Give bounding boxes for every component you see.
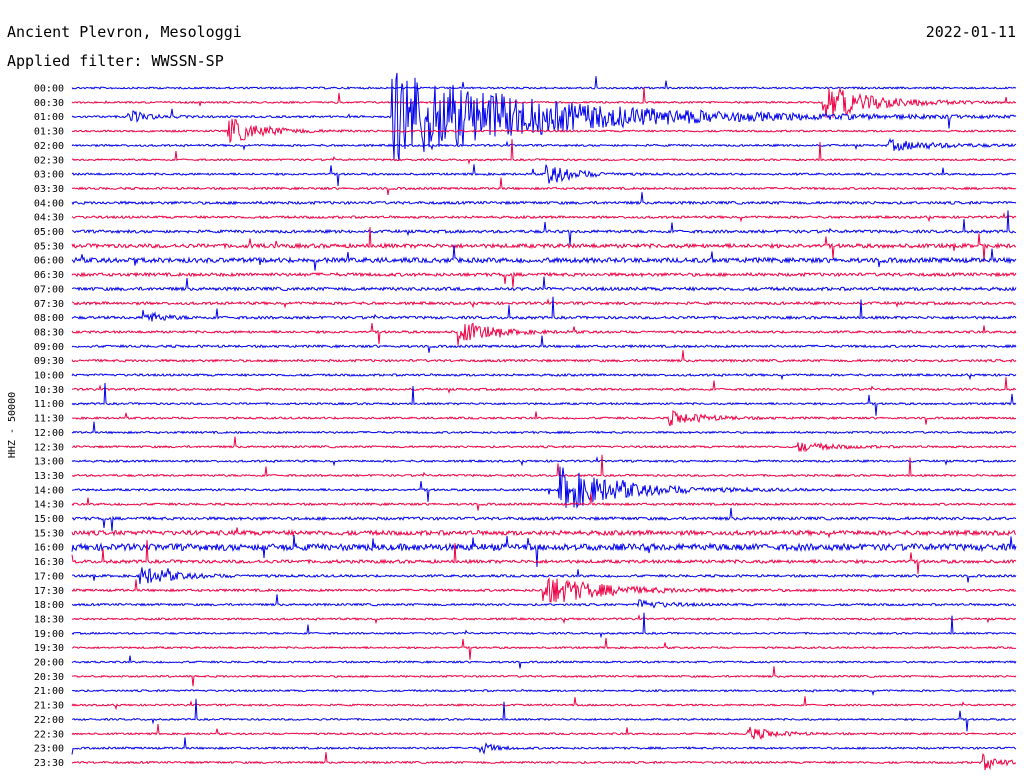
tick-label-0700: 07:00: [34, 284, 64, 295]
tick-label-1900: 19:00: [34, 629, 64, 640]
trace-1130: [71, 409, 1017, 427]
trace-2000: [71, 655, 1017, 669]
tick-label-1000: 10:00: [34, 371, 64, 382]
trace-2100: [71, 688, 1017, 697]
trace-0030: [71, 87, 1017, 118]
tick-label-1400: 14:00: [34, 485, 64, 496]
trace-0230: [71, 139, 1017, 165]
tick-label-2200: 22:00: [34, 715, 64, 726]
tick-label-0930: 09:30: [34, 356, 64, 367]
tick-label-2300: 23:00: [34, 744, 64, 755]
tick-label-0900: 09:00: [34, 342, 64, 353]
trace-0330: [71, 177, 1017, 195]
tick-label-0800: 08:00: [34, 313, 64, 324]
trace-1530: [71, 527, 1017, 539]
trace-1400: [71, 466, 1017, 509]
trace-1000: [71, 372, 1017, 381]
tick-label-1830: 18:30: [34, 614, 64, 625]
trace-0700: [71, 276, 1017, 292]
trace-0130: [71, 118, 1017, 144]
trace-0500: [71, 210, 1017, 246]
tick-label-1300: 13:00: [34, 457, 64, 468]
tick-label-0030: 00:30: [34, 98, 64, 109]
tick-label-1230: 12:30: [34, 442, 64, 453]
trace-0830: [71, 322, 1017, 346]
tick-label-2130: 21:30: [34, 701, 64, 712]
tick-label-1330: 13:30: [34, 471, 64, 482]
trace-1100: [71, 382, 1017, 416]
trace-1800: [71, 594, 1017, 609]
time-tick-labels: 00:00 00:30 01:00 01:30 02:00 02:30 03:00 03:30…: [34, 84, 64, 769]
tick-label-1730: 17:30: [34, 586, 64, 597]
trace-2030: [71, 666, 1017, 687]
trace-0200: [71, 138, 1017, 152]
trace-2330: [71, 752, 1017, 771]
chart-title: Ancient Plevron, Mesologgi: [7, 23, 242, 41]
tick-label-0630: 06:30: [34, 270, 64, 281]
trace-1900: [71, 612, 1017, 639]
tick-label-0330: 03:30: [34, 184, 64, 195]
tick-label-2000: 20:00: [34, 658, 64, 669]
trace-1730: [71, 577, 1017, 603]
trace-0100: [71, 72, 1017, 161]
tick-label-1430: 14:30: [34, 500, 64, 511]
trace-1930: [71, 637, 1017, 660]
tick-label-1530: 15:30: [34, 528, 64, 539]
tick-label-1800: 18:00: [34, 600, 64, 611]
trace-1030: [71, 377, 1017, 394]
trace-0900: [71, 335, 1017, 353]
tick-label-2030: 20:30: [34, 672, 64, 683]
trace-1500: [71, 507, 1017, 532]
tick-label-1100: 11:00: [34, 399, 64, 410]
trace-2130: [71, 696, 1017, 711]
tick-label-2100: 21:00: [34, 686, 64, 697]
tick-label-0200: 02:00: [34, 141, 64, 152]
tick-label-0130: 01:30: [34, 127, 64, 138]
tick-label-0400: 04:00: [34, 198, 64, 209]
date-label: 2022-01-11: [926, 23, 1016, 41]
trace-0300: [71, 164, 1017, 187]
trace-0430: [71, 212, 1017, 223]
tick-label-0530: 05:30: [34, 241, 64, 252]
trace-0730: [71, 298, 1017, 309]
trace-2200: [71, 698, 1017, 732]
trace-0800: [71, 296, 1017, 322]
trace-0930: [71, 350, 1017, 363]
tick-label-0730: 07:30: [34, 299, 64, 310]
tick-label-1930: 19:30: [34, 643, 64, 654]
seismic-traces: [71, 72, 1017, 771]
tick-label-1130: 11:30: [34, 414, 64, 425]
trace-0000: [71, 76, 1017, 90]
tick-label-1500: 15:00: [34, 514, 64, 525]
trace-2300: [71, 737, 1017, 755]
tick-label-0830: 08:30: [34, 327, 64, 338]
trace-1300: [71, 456, 1017, 467]
tick-label-0100: 01:00: [34, 112, 64, 123]
tick-label-0300: 03:00: [34, 170, 64, 181]
tick-label-2230: 22:30: [34, 729, 64, 740]
helicorder-plot: 00:00 00:30 01:00 01:30 02:00 02:30 03:00 03:30…: [7, 23, 1017, 771]
tick-label-0000: 00:00: [34, 84, 64, 95]
tick-label-2330: 23:30: [34, 758, 64, 769]
tick-label-1600: 16:00: [34, 543, 64, 554]
trace-1330: [71, 454, 1016, 478]
tick-label-1630: 16:30: [34, 557, 64, 568]
trace-1700: [71, 567, 1017, 584]
tick-label-1030: 10:30: [34, 385, 64, 396]
trace-2230: [71, 723, 1017, 740]
tick-label-1200: 12:00: [34, 428, 64, 439]
trace-0400: [71, 192, 1017, 206]
tick-label-1700: 17:00: [34, 571, 64, 582]
tick-label-0230: 02:30: [34, 155, 64, 166]
trace-1200: [71, 421, 1017, 435]
trace-1430: [71, 493, 1017, 511]
filter-subtitle: Applied filter: WWSSN-SP: [7, 52, 224, 70]
tick-label-0430: 04:30: [34, 213, 64, 224]
tick-label-0600: 06:00: [34, 256, 64, 267]
trace-1230: [71, 436, 1017, 453]
channel-label: HHZ - 50000: [7, 392, 18, 458]
trace-1830: [71, 614, 1017, 625]
tick-label-0500: 05:00: [34, 227, 64, 238]
